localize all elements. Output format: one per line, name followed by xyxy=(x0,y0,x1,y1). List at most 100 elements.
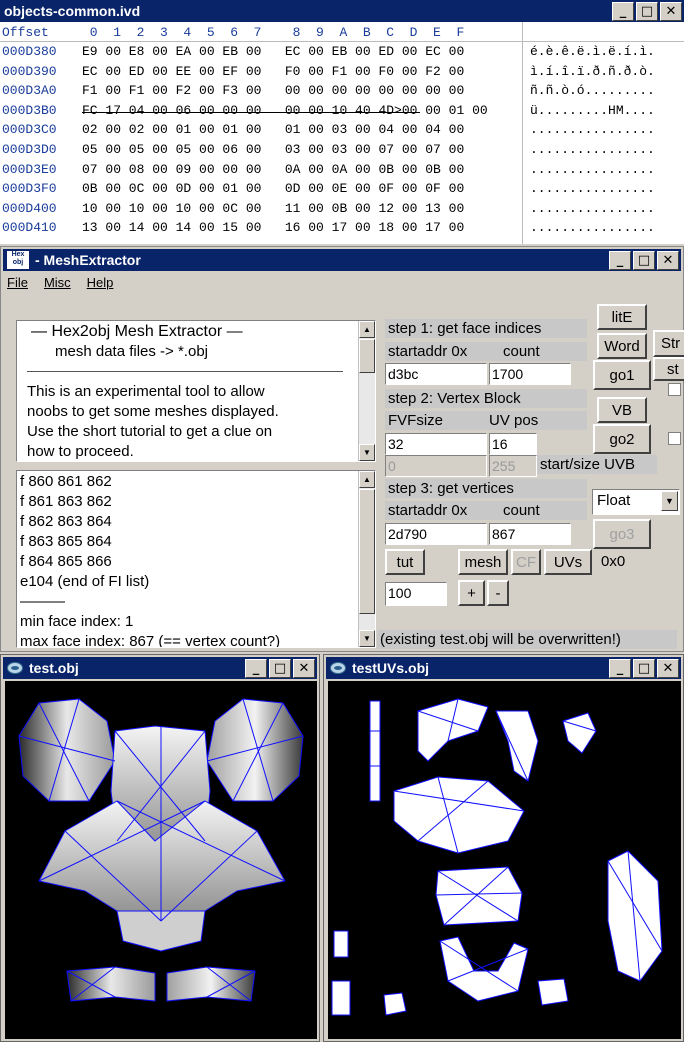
vb-button[interactable]: VB xyxy=(597,397,647,423)
go1-button[interactable]: go1 xyxy=(593,360,651,390)
hex-row[interactable]: 000D3E0 07 00 08 00 09 00 00 00 0A 00 0A … xyxy=(0,162,684,182)
hex-window-title: objects-common.ivd xyxy=(4,3,141,19)
row-ascii[interactable]: ì.í.î.ï.ð.ñ.ð.ò. xyxy=(530,64,655,79)
row-ascii[interactable]: ü.........HM.... xyxy=(530,103,655,118)
row-bytes[interactable]: 10 00 10 00 10 00 0C 00 11 00 0B 00 12 0… xyxy=(82,201,522,216)
step1-startaddr-input[interactable]: d3bc xyxy=(385,363,487,385)
hex-row[interactable]: 000D410 13 00 14 00 14 00 15 00 16 00 17 … xyxy=(0,220,684,240)
option-checkbox-1[interactable] xyxy=(668,383,681,396)
close-button[interactable]: ✕ xyxy=(293,658,315,678)
format-select[interactable]: Float ▼ xyxy=(592,489,680,515)
uv-render-canvas[interactable] xyxy=(328,681,681,1039)
intro-scrollbar[interactable]: ▲ ▼ xyxy=(358,321,375,461)
hex-row[interactable]: 000D3B0 FC 17 04 00 06 00 00 00 00 00 10 … xyxy=(0,103,684,123)
menu-help[interactable]: Help xyxy=(87,275,114,290)
row-ascii[interactable]: ................ xyxy=(530,181,655,196)
maximize-button[interactable]: □ xyxy=(633,658,655,678)
scale-input[interactable]: 100 xyxy=(385,582,447,606)
test-obj-viewer: test.obj _ □ ✕ xyxy=(0,654,320,1042)
step1-label: step 1: get face indices xyxy=(385,319,587,338)
row-bytes[interactable]: 07 00 08 00 09 00 00 00 0A 00 0A 00 0B 0… xyxy=(82,162,522,177)
log-scrollbar[interactable]: ▲ ▼ xyxy=(358,471,375,647)
scroll-up-arrow[interactable]: ▲ xyxy=(359,321,375,338)
row-bytes[interactable]: 0B 00 0C 00 0D 00 01 00 0D 00 0E 00 0F 0… xyxy=(82,181,522,196)
word-button[interactable]: Word xyxy=(597,333,647,359)
row-bytes[interactable]: F1 00 F1 00 F2 00 F3 00 00 00 00 00 00 0… xyxy=(82,83,522,98)
maximize-button[interactable]: □ xyxy=(269,658,291,678)
row-ascii[interactable]: ................ xyxy=(530,201,655,216)
close-button[interactable]: ✕ xyxy=(660,1,682,21)
row-ascii[interactable]: é.è.ê.ë.ì.ë.í.ì. xyxy=(530,44,655,59)
row-bytes[interactable]: FC 17 04 00 06 00 00 00 00 00 10 40 4D>0… xyxy=(82,103,522,118)
step2-columns: FVFsize UV pos xyxy=(385,411,587,430)
row-ascii[interactable]: ................ xyxy=(530,220,655,235)
scale-plus-button[interactable]: + xyxy=(458,580,485,606)
row-ascii[interactable]: ................ xyxy=(530,162,655,177)
row-ascii[interactable]: ................ xyxy=(530,142,655,157)
hex-titlebar[interactable]: objects-common.ivd _ □ ✕ xyxy=(0,0,684,22)
mesh-titlebar[interactable]: Hex obj - MeshExtractor _ □ ✕ xyxy=(3,249,681,271)
hex-row[interactable]: 000D3F0 0B 00 0C 00 0D 00 01 00 0D 00 0E … xyxy=(0,181,684,201)
close-button[interactable]: ✕ xyxy=(657,250,679,270)
hex-row[interactable]: 000D3A0 F1 00 F1 00 F2 00 F3 00 00 00 00 … xyxy=(0,83,684,103)
minimize-button[interactable]: _ xyxy=(245,658,267,678)
hex-row[interactable]: 000D3D0 05 00 05 00 05 00 06 00 03 00 03 … xyxy=(0,142,684,162)
mesh-button[interactable]: mesh xyxy=(458,549,508,575)
menu-file[interactable]: File xyxy=(7,275,28,290)
hex-row[interactable]: 000D380 E9 00 E8 00 EA 00 EB 00 EC 00 EB … xyxy=(0,44,684,64)
row-bytes[interactable]: 05 00 05 00 05 00 06 00 03 00 03 00 07 0… xyxy=(82,142,522,157)
format-selected-value: Float xyxy=(597,492,631,509)
hex-row[interactable]: 000D3C0 02 00 02 00 01 00 01 00 01 00 03 … xyxy=(0,122,684,142)
row-ascii[interactable]: ñ.ñ.ò.ó......... xyxy=(530,83,655,98)
str-button[interactable]: Str xyxy=(653,330,684,357)
go2-button[interactable]: go2 xyxy=(593,424,651,454)
test-uvs-titlebar[interactable]: testUVs.obj _ □ ✕ xyxy=(326,657,681,679)
viewer-app-icon xyxy=(7,662,23,674)
lite-button[interactable]: litE xyxy=(597,304,647,330)
hex-row[interactable]: 000D390 EC 00 ED 00 EE 00 EF 00 F0 00 F1 … xyxy=(0,64,684,84)
step3-columns: startaddr 0x count xyxy=(385,501,587,520)
viewer-app-icon xyxy=(330,662,346,674)
row-offset: 000D3F0 xyxy=(2,181,57,197)
minimize-button[interactable]: _ xyxy=(609,658,631,678)
minimize-button[interactable]: _ xyxy=(609,250,631,270)
uv-pos-input[interactable]: 16 xyxy=(489,433,537,455)
intro-panel[interactable]: — Hex2obj Mesh Extractor — mesh data fil… xyxy=(16,320,376,462)
row-bytes[interactable]: E9 00 E8 00 EA 00 EB 00 EC 00 EB 00 ED 0… xyxy=(82,44,522,59)
row-offset: 000D3C0 xyxy=(2,122,57,138)
step3-startaddr-input[interactable]: 2d790 xyxy=(385,523,487,545)
row-bytes[interactable]: 13 00 14 00 14 00 15 00 16 00 17 00 18 0… xyxy=(82,220,522,235)
maximize-button[interactable]: □ xyxy=(636,1,658,21)
fvf-size-input[interactable]: 32 xyxy=(385,433,487,455)
row-offset: 000D3B0 xyxy=(2,102,57,118)
row-bytes[interactable]: 02 00 02 00 01 00 01 00 01 00 03 00 04 0… xyxy=(82,122,522,137)
test-uvs-viewer: testUVs.obj _ □ ✕ xyxy=(323,654,684,1042)
mesh-render xyxy=(18,698,304,1002)
log-panel[interactable]: f 860 861 862 f 861 863 862 f 862 863 864 f… xyxy=(16,470,376,648)
scroll-down-arrow[interactable]: ▼ xyxy=(359,444,375,461)
row-bytes[interactable]: EC 00 ED 00 EE 00 EF 00 F0 00 F1 00 F0 0… xyxy=(82,64,522,79)
menu-misc[interactable]: Misc xyxy=(44,275,71,290)
scroll-thumb[interactable] xyxy=(359,489,375,614)
strikethrough-mark xyxy=(82,111,420,113)
mesh-render-canvas[interactable] xyxy=(5,681,317,1039)
option-checkbox-2[interactable] xyxy=(668,432,681,445)
go3-button[interactable]: go3 xyxy=(593,519,651,549)
row-ascii[interactable]: ................ xyxy=(530,122,655,137)
maximize-button[interactable]: □ xyxy=(633,250,655,270)
step1-count-input[interactable]: 1700 xyxy=(489,363,571,385)
close-button[interactable]: ✕ xyxy=(657,658,679,678)
test-obj-titlebar[interactable]: test.obj _ □ ✕ xyxy=(3,657,317,679)
scroll-up-arrow[interactable]: ▲ xyxy=(359,471,375,488)
minimize-button[interactable]: _ xyxy=(612,1,634,21)
cf-button[interactable]: CF xyxy=(511,549,541,575)
st-button[interactable]: st xyxy=(653,357,684,381)
chevron-down-icon[interactable]: ▼ xyxy=(661,491,678,511)
scroll-thumb[interactable] xyxy=(359,339,375,373)
hex-row[interactable]: 000D400 10 00 10 00 10 00 0C 00 11 00 0B … xyxy=(0,201,684,221)
scroll-down-arrow[interactable]: ▼ xyxy=(359,630,375,647)
uvs-button[interactable]: UVs xyxy=(544,549,592,575)
tut-button[interactable]: tut xyxy=(385,549,425,575)
step3-count-input[interactable]: 867 xyxy=(489,523,571,545)
scale-minus-button[interactable]: - xyxy=(487,580,509,606)
